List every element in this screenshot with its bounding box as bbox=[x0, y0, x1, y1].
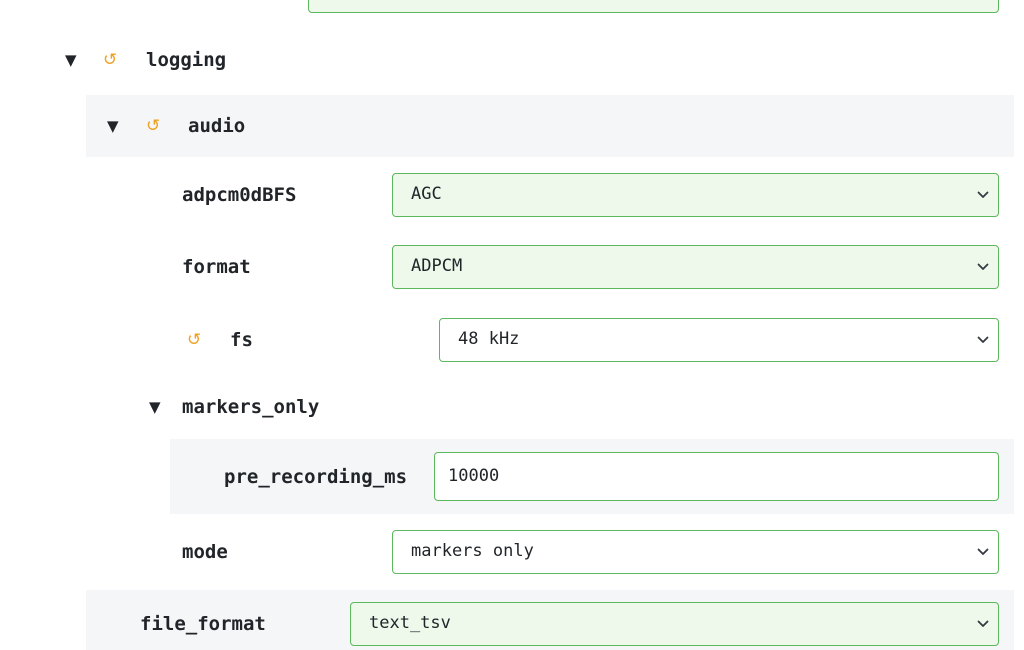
markers-only-section-label: markers_only bbox=[182, 396, 320, 418]
format-select[interactable]: ADPCM bbox=[392, 245, 999, 289]
mode-label: mode bbox=[182, 541, 228, 563]
adpcm0dbfs-select[interactable]: AGC bbox=[392, 173, 999, 217]
mode-select[interactable]: markers only bbox=[392, 530, 999, 574]
file-format-label: file_format bbox=[140, 613, 266, 635]
audio-reset-icon[interactable]: ↺ bbox=[146, 116, 160, 136]
fs-reset-icon[interactable]: ↺ bbox=[187, 330, 201, 350]
mode-value: markers only bbox=[411, 541, 534, 561]
logging-expand-toggle-icon[interactable]: ▼ bbox=[65, 50, 77, 70]
chevron-down-icon bbox=[977, 263, 989, 270]
markers-only-expand-toggle-icon[interactable]: ▼ bbox=[149, 397, 161, 417]
fs-value: 48 kHz bbox=[458, 329, 520, 349]
logging-section-label: logging bbox=[146, 49, 227, 71]
previous-field[interactable] bbox=[308, 0, 999, 13]
adpcm0dbfs-label: adpcm0dBFS bbox=[182, 184, 297, 206]
pre-recording-ms-input[interactable]: 10000 bbox=[434, 452, 999, 501]
file-format-value: text_tsv bbox=[369, 613, 451, 633]
format-label: format bbox=[182, 256, 251, 278]
pre-recording-ms-label: pre_recording_ms bbox=[224, 466, 408, 488]
chevron-down-icon bbox=[977, 548, 989, 555]
audio-expand-toggle-icon[interactable]: ▼ bbox=[107, 116, 119, 136]
chevron-down-icon bbox=[977, 620, 989, 627]
audio-section-label: audio bbox=[188, 115, 246, 137]
file-format-select[interactable]: text_tsv bbox=[350, 602, 999, 646]
chevron-down-icon bbox=[977, 191, 989, 198]
fs-select[interactable]: 48 kHz bbox=[439, 318, 999, 362]
chevron-down-icon bbox=[977, 336, 989, 343]
pre-recording-ms-value: 10000 bbox=[448, 466, 500, 486]
adpcm0dbfs-value: AGC bbox=[411, 184, 442, 204]
format-value: ADPCM bbox=[411, 256, 463, 276]
fs-label: fs bbox=[230, 329, 253, 351]
logging-reset-icon[interactable]: ↺ bbox=[103, 50, 117, 70]
